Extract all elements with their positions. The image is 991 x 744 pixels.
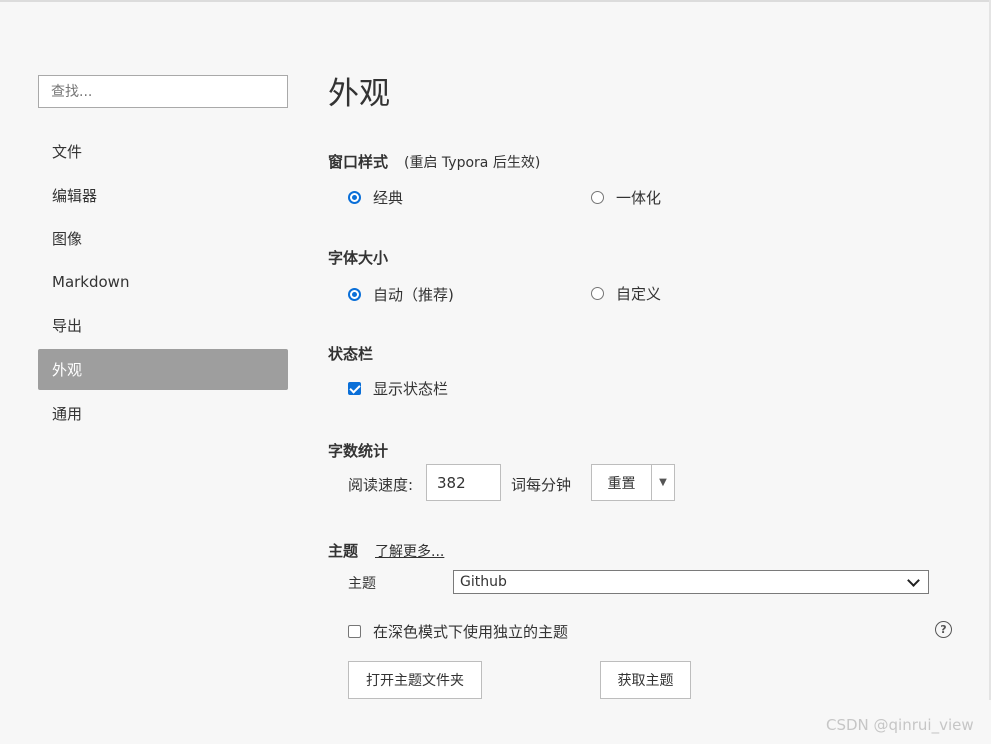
theme-select[interactable]: Github bbox=[453, 570, 929, 594]
words-per-minute-label: 词每分钟 bbox=[511, 476, 572, 494]
radio-auto[interactable]: 自动（推荐) bbox=[348, 284, 454, 305]
sidebar-item-editor[interactable]: 编辑器 bbox=[38, 175, 288, 216]
sidebar-item-markdown[interactable]: Markdown bbox=[38, 262, 288, 303]
radio-button[interactable] bbox=[591, 191, 604, 204]
radio-button[interactable] bbox=[591, 287, 604, 300]
radio-classic[interactable]: 经典 bbox=[348, 187, 403, 208]
help-circle-icon[interactable]: ? bbox=[935, 621, 952, 638]
show-status-bar-checkbox[interactable]: 显示状态栏 bbox=[348, 378, 448, 399]
open-theme-folder-button[interactable]: 打开主题文件夹 bbox=[348, 661, 482, 699]
sidebar-item-file[interactable]: 文件 bbox=[38, 131, 288, 172]
dark-mode-theme-label: 在深色模式下使用独立的主题 bbox=[373, 623, 569, 641]
theme-label: 主题 bbox=[348, 576, 376, 592]
window-style-heading: 窗口样式 (重启 Typora 后生效) bbox=[328, 151, 540, 172]
radio-classic-label: 经典 bbox=[373, 189, 404, 207]
watermark: CSDN @qinrui_view bbox=[826, 716, 974, 734]
learn-more-link[interactable]: 了解更多... bbox=[375, 541, 444, 561]
font-size-title: 字体大小 bbox=[328, 249, 389, 267]
radio-button-checked[interactable] bbox=[348, 191, 361, 204]
top-border bbox=[0, 0, 991, 2]
radio-button-checked[interactable] bbox=[348, 288, 361, 301]
search-input[interactable] bbox=[38, 75, 288, 108]
window-style-title: 窗口样式 bbox=[328, 153, 389, 171]
page-title: 外观 bbox=[328, 76, 390, 112]
sidebar-item-export[interactable]: 导出 bbox=[38, 305, 288, 346]
show-status-bar-label: 显示状态栏 bbox=[373, 380, 449, 398]
dark-mode-theme-checkbox[interactable]: 在深色模式下使用独立的主题 bbox=[348, 621, 568, 642]
chevron-down-icon bbox=[907, 573, 920, 587]
radio-auto-label: 自动（推荐) bbox=[373, 286, 454, 304]
sidebar-nav: 文件 编辑器 图像 Markdown 导出 外观 通用 bbox=[38, 131, 288, 436]
sidebar-item-general[interactable]: 通用 bbox=[38, 393, 288, 434]
radio-unibody-label: 一体化 bbox=[616, 189, 662, 207]
radio-unibody[interactable]: 一体化 bbox=[591, 187, 661, 208]
triangle-down-icon[interactable]: ▼ bbox=[652, 464, 675, 501]
get-themes-button[interactable]: 获取主题 bbox=[600, 661, 691, 699]
checkbox-unchecked[interactable] bbox=[348, 625, 361, 638]
sidebar-item-image[interactable]: 图像 bbox=[38, 218, 288, 259]
theme-select-value: Github bbox=[460, 574, 507, 590]
theme-section-title: 主题 bbox=[328, 542, 359, 560]
sidebar-item-appearance[interactable]: 外观 bbox=[38, 348, 288, 390]
word-count-title: 字数统计 bbox=[328, 442, 389, 460]
reset-button[interactable]: 重置 bbox=[591, 464, 652, 501]
radio-custom[interactable]: 自定义 bbox=[591, 283, 661, 304]
radio-custom-label: 自定义 bbox=[616, 285, 662, 303]
status-bar-title: 状态栏 bbox=[328, 345, 374, 363]
checkbox-checked[interactable] bbox=[348, 382, 361, 395]
window-style-note: (重启 Typora 后生效) bbox=[404, 155, 541, 171]
reading-speed-label: 阅读速度: bbox=[348, 476, 414, 494]
reading-speed-input[interactable] bbox=[426, 464, 501, 501]
